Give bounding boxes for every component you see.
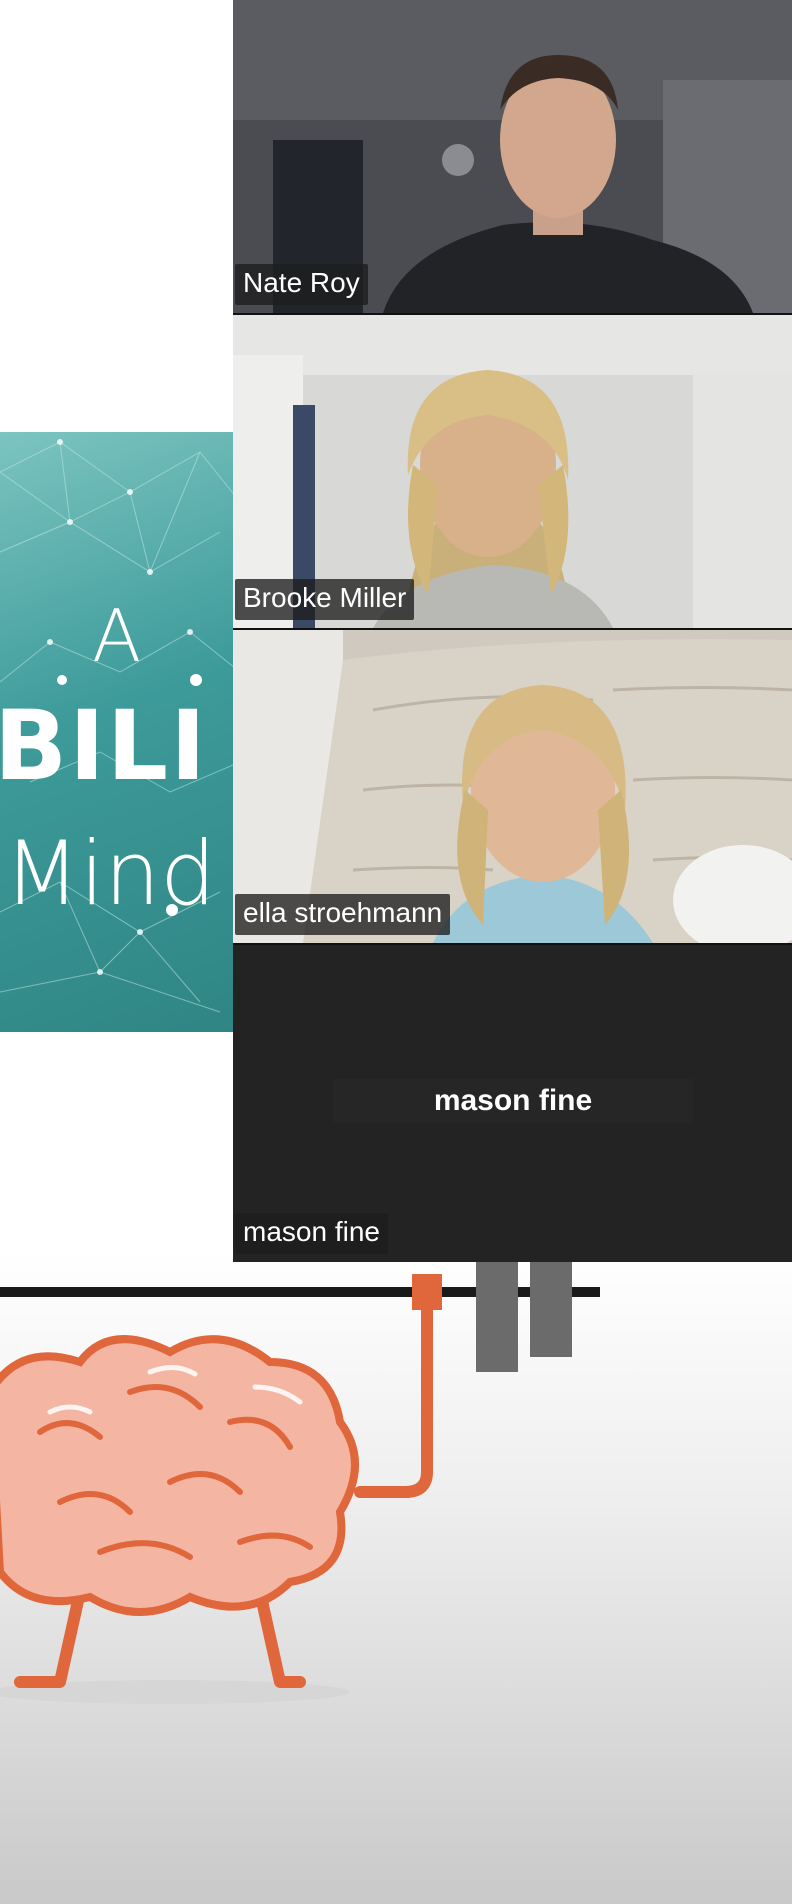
participant-tile-ella-stroehmann[interactable]: ella stroehmann: [233, 630, 792, 945]
participant-name-tag: Brooke Miller: [235, 579, 415, 620]
participant-tile-brooke-miller[interactable]: Brooke Miller: [233, 315, 792, 630]
participant-name-tag: mason fine: [235, 1213, 388, 1254]
video-gallery-panel: Nate Roy Brooke Miller ella stroehmann m…: [233, 0, 792, 1262]
slide-logo-letter: A: [92, 594, 142, 678]
slide-logo-banner: A BILI Mind: [0, 432, 240, 1032]
participant-name-tag: Nate Roy: [235, 264, 368, 305]
slide-logo-word: BILI: [0, 690, 208, 802]
participant-tile-nate-roy[interactable]: Nate Roy: [233, 0, 792, 315]
participant-tile-mason-fine[interactable]: mason fine mason fine: [233, 945, 792, 1262]
participant-center-name: mason fine: [333, 1079, 693, 1123]
brain-lifting-barbell-illustration: [0, 1262, 600, 1704]
participant-name-tag: ella stroehmann: [235, 894, 451, 935]
slide-logo-mind: Mind: [4, 822, 217, 925]
